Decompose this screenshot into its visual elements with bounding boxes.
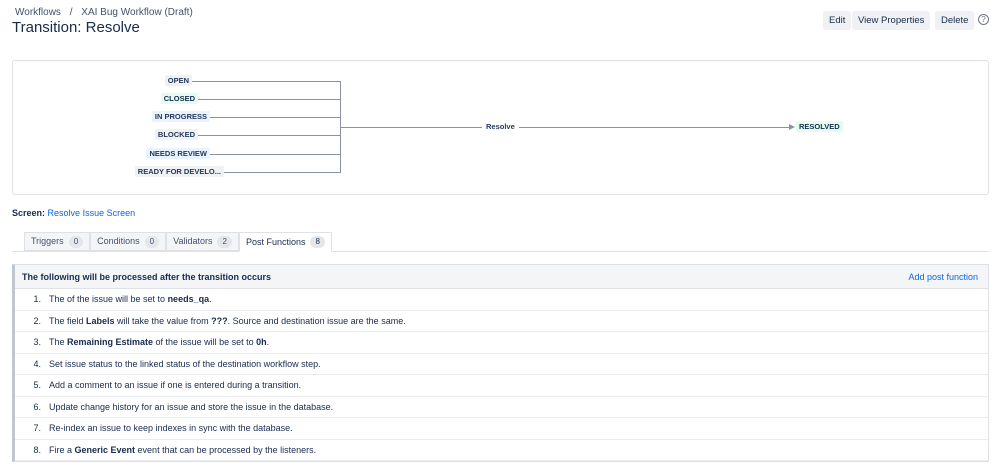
item-segment: Fire a [49, 444, 75, 455]
item-segment: event that can be processed by the liste… [135, 444, 317, 455]
post-function-item: 6. Update change history for an issue and… [15, 397, 988, 418]
item-segment: Set issue status to the linked status of… [49, 358, 321, 369]
transition-label[interactable]: Resolve [482, 122, 519, 131]
tab-count-badge: 0 [68, 235, 84, 248]
connector-line [180, 135, 340, 136]
item-number: 1. [33, 294, 41, 305]
add-post-function-link[interactable]: Add post function [908, 272, 978, 282]
screen-link[interactable]: Resolve Issue Screen [48, 208, 136, 218]
status-in-progress[interactable]: IN PROGRESS [151, 111, 210, 122]
item-bold: Labels [86, 315, 115, 326]
post-function-item: 4. Set issue status to the linked status … [15, 354, 988, 375]
post-function-item: 2. The field Labels will take the value f… [15, 311, 988, 332]
panel-header-text: The following will be processed after th… [22, 271, 272, 282]
status-closed[interactable]: CLOSED [160, 93, 198, 104]
item-text: Re-index an issue to keep indexes in syn… [49, 423, 293, 433]
item-number: 6. [33, 401, 41, 412]
item-text: The field Labels will take the value fro… [49, 316, 406, 326]
tab-count-badge: 8 [310, 236, 325, 248]
delete-button[interactable]: Delete [935, 11, 975, 30]
breadcrumb: Workflows / XAI Bug Workflow (Draft) [15, 7, 199, 18]
screen-label: Screen: [12, 208, 46, 218]
item-number: 5. [33, 380, 41, 391]
item-segment: . Source and destination issue are the s… [227, 315, 406, 326]
panel-header: The following will be processed after th… [15, 265, 988, 289]
item-number: 3. [33, 337, 41, 348]
breadcrumb-separator: / [69, 7, 73, 18]
tabs: Triggers 0 Conditions 0 Validators 2 Post Func… [24, 232, 332, 252]
item-text: Set issue status to the linked status of… [49, 359, 321, 369]
item-text: Add a comment to an issue if one is ente… [49, 380, 301, 390]
status-blocked[interactable]: BLOCKED [154, 129, 198, 140]
post-function-item: 8. Fire a Generic Event event that can be… [15, 440, 988, 461]
item-segment: The [49, 337, 68, 348]
screen-info: Screen: Resolve Issue Screen [12, 208, 135, 218]
item-text: Fire a Generic Event event that can be p… [49, 445, 316, 455]
post-function-item: 3. The Remaining Estimate of the issue wi… [15, 332, 988, 354]
item-bold: Remaining Estimate [67, 337, 154, 348]
item-segment: Add a comment to an issue if one is ente… [49, 380, 302, 391]
tab-label: Triggers [31, 236, 64, 246]
tab-post-functions[interactable]: Post Functions 8 [238, 232, 332, 252]
item-segment: Update change history for an issue and s… [49, 401, 334, 412]
page-title: Transition: Resolve [12, 19, 140, 36]
item-text: The of the issue will be set to needs_qa… [49, 294, 212, 304]
post-function-item: 1. The of the issue will be set to needs_… [15, 289, 988, 311]
item-segment: . [209, 294, 212, 305]
view-properties-button[interactable]: View Properties [852, 11, 931, 30]
transition-line [340, 127, 793, 128]
tab-count-badge: 0 [144, 235, 160, 248]
arrow-icon [789, 124, 795, 130]
post-function-item: 5. Add a comment to an issue if one is en… [15, 375, 988, 397]
item-segment: The of the issue will be set to [49, 294, 168, 305]
status-resolved[interactable]: RESOLVED [796, 121, 843, 132]
tab-label: Conditions [97, 236, 140, 246]
status-open[interactable]: OPEN [164, 75, 192, 86]
item-text: The Remaining Estimate of the issue will… [49, 337, 269, 347]
item-segment: Re-index an issue to keep indexes in syn… [49, 423, 293, 434]
item-bold: ??? [211, 315, 228, 326]
item-number: 4. [33, 358, 41, 369]
tab-triggers[interactable]: Triggers 0 [24, 232, 91, 251]
item-bold: Generic Event [74, 444, 136, 455]
edit-button[interactable]: Edit [823, 11, 852, 30]
tab-validators[interactable]: Validators 2 [166, 232, 239, 251]
tab-label: Validators [173, 236, 213, 246]
tab-conditions[interactable]: Conditions 0 [90, 232, 167, 251]
item-segment: . [266, 337, 270, 348]
tab-label: Post Functions [245, 236, 306, 247]
help-icon[interactable]: ? [978, 14, 989, 25]
breadcrumb-workflows[interactable]: Workflows [15, 7, 61, 18]
item-number: 7. [33, 423, 41, 434]
connector-line [180, 81, 340, 82]
item-bold: 0h [256, 337, 267, 348]
item-text: Update change history for an issue and s… [49, 402, 333, 412]
item-segment: The field [49, 315, 87, 326]
post-functions-panel: The following will be processed after th… [12, 264, 989, 462]
item-number: 2. [33, 315, 41, 326]
tab-count-badge: 2 [217, 235, 232, 248]
item-segment: of the issue will be set to [153, 337, 257, 348]
breadcrumb-workflow[interactable]: XAI Bug Workflow (Draft) [81, 7, 193, 18]
status-needs-review[interactable]: NEEDS REVIEW [146, 148, 210, 159]
status-ready-for-develo[interactable]: READY FOR DEVELO... [134, 166, 224, 177]
connector-line [180, 99, 340, 100]
post-function-item: 7. Re-index an issue to keep indexes in s… [15, 418, 988, 440]
item-segment: will take the value from [114, 315, 212, 326]
item-number: 8. [33, 444, 41, 455]
item-bold: needs_qa [167, 294, 210, 305]
